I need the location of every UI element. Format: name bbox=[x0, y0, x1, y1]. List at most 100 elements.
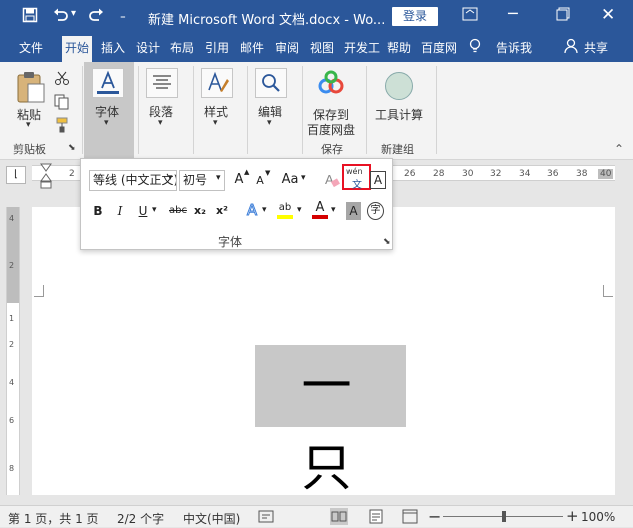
chevron-down-icon[interactable]: ▾ bbox=[216, 173, 221, 183]
font-dialog-launcher-icon[interactable]: ⬊ bbox=[383, 237, 391, 247]
ruler-tick: 28 bbox=[433, 169, 445, 179]
save-baidu-label-2[interactable]: 百度网盘 bbox=[307, 121, 355, 138]
chevron-down-icon[interactable]: ▾ bbox=[297, 205, 302, 215]
font-color-bar bbox=[312, 215, 328, 219]
ribbon-tabs: 文件 开始 插入 设计 布局 引用 邮件 审阅 视图 开发工 帮助 百度网 告诉… bbox=[0, 34, 633, 62]
customize-icon[interactable]: ₌ bbox=[120, 9, 126, 22]
subscript-button[interactable]: x₂ bbox=[192, 202, 208, 220]
minimize-icon[interactable]: ─ bbox=[508, 4, 518, 23]
ruler-tick: 34 bbox=[519, 169, 531, 179]
close-icon[interactable]: ✕ bbox=[601, 5, 615, 25]
read-mode-icon[interactable] bbox=[330, 508, 348, 525]
tab-layout[interactable]: 布局 bbox=[170, 39, 194, 56]
login-button[interactable]: 登录 bbox=[392, 7, 438, 26]
accessibility-icon[interactable] bbox=[258, 510, 274, 527]
baidu-netdisk-icon[interactable] bbox=[316, 70, 346, 99]
new-group: 工具计算 新建组 bbox=[368, 62, 434, 158]
tab-insert[interactable]: 插入 bbox=[101, 39, 125, 56]
paste-icon[interactable] bbox=[16, 70, 46, 107]
paragraph-button[interactable]: 段落 ▾ bbox=[140, 62, 190, 158]
undo-icon[interactable] bbox=[52, 7, 70, 27]
share-icon[interactable] bbox=[564, 38, 578, 57]
tab-selector-icon[interactable]: ⌊ bbox=[6, 166, 26, 184]
phonetic-guide-button[interactable]: wén 文 bbox=[342, 164, 371, 191]
superscript-button[interactable]: x² bbox=[214, 202, 230, 220]
cut-icon[interactable] bbox=[54, 70, 70, 89]
clipboard-group: 粘贴 ▾ 剪贴板 ⬊ bbox=[0, 62, 82, 158]
tab-design[interactable]: 设计 bbox=[136, 39, 160, 56]
text-effects-button[interactable]: A bbox=[244, 201, 260, 220]
separator bbox=[302, 66, 303, 154]
zoom-level[interactable]: 100% bbox=[581, 510, 615, 524]
underline-button[interactable]: U bbox=[135, 202, 151, 220]
collapse-ribbon-icon[interactable]: ⌃ bbox=[614, 142, 624, 156]
page-count[interactable]: 第 1 页，共 1 页 bbox=[8, 510, 99, 527]
chevron-down-icon[interactable]: ▾ bbox=[301, 173, 306, 183]
clipboard-launcher-icon[interactable]: ⬊ bbox=[68, 143, 76, 153]
web-layout-icon[interactable] bbox=[402, 509, 418, 527]
copy-icon[interactable] bbox=[54, 94, 70, 113]
indent-marker-icon[interactable] bbox=[40, 163, 52, 192]
chevron-down-icon[interactable]: ▾ bbox=[331, 205, 336, 215]
restore-icon[interactable] bbox=[556, 7, 570, 25]
tab-view[interactable]: 视图 bbox=[310, 39, 334, 56]
format-painter-icon[interactable] bbox=[54, 117, 70, 136]
clipboard-group-label: 剪贴板 bbox=[13, 143, 46, 156]
strikethrough-button[interactable]: abc bbox=[167, 202, 189, 220]
word-count[interactable]: 2/2 个字 bbox=[117, 510, 164, 527]
new-group-label: 新建组 bbox=[381, 143, 414, 156]
paste-dropdown-icon[interactable]: ▾ bbox=[26, 120, 31, 130]
tool-calc-icon[interactable] bbox=[385, 72, 413, 100]
document-text[interactable]: 一只 bbox=[255, 345, 406, 497]
lightbulb-icon[interactable] bbox=[469, 38, 481, 57]
share-button[interactable]: 共享 bbox=[584, 39, 608, 56]
char-border-button[interactable]: A bbox=[370, 171, 386, 189]
chevron-down-icon: ▾ bbox=[213, 118, 218, 128]
chevron-down-icon: ▾ bbox=[158, 118, 163, 128]
font-group-label: 字体 bbox=[218, 235, 243, 249]
clear-format-icon[interactable]: A bbox=[324, 171, 340, 192]
redo-icon[interactable] bbox=[87, 7, 105, 27]
tab-baidu[interactable]: 百度网 bbox=[421, 39, 457, 56]
tab-help[interactable]: 帮助 bbox=[387, 39, 411, 56]
styles-icon bbox=[201, 68, 233, 98]
save-icon[interactable] bbox=[22, 7, 38, 27]
ribbon-display-icon[interactable] bbox=[462, 7, 478, 25]
zoom-out-icon[interactable]: − bbox=[428, 507, 441, 526]
char-shading-button[interactable]: A bbox=[346, 202, 361, 220]
separator bbox=[82, 66, 83, 154]
change-case-button[interactable]: Aa bbox=[279, 171, 301, 189]
tab-developer[interactable]: 开发工 bbox=[344, 39, 380, 56]
tab-references[interactable]: 引用 bbox=[205, 39, 229, 56]
language-status[interactable]: 中文(中国) bbox=[183, 510, 240, 527]
chevron-down-icon[interactable]: ▾ bbox=[168, 173, 173, 183]
separator bbox=[247, 66, 248, 154]
ruler-tick: 36 bbox=[547, 169, 559, 179]
tell-me-search[interactable]: 告诉我 bbox=[496, 39, 532, 56]
ruler-tick: 32 bbox=[490, 169, 502, 179]
tab-file[interactable]: 文件 bbox=[19, 39, 43, 56]
italic-button[interactable]: I bbox=[112, 202, 128, 220]
separator bbox=[436, 66, 437, 154]
zoom-in-icon[interactable]: + bbox=[566, 507, 579, 525]
undo-dropdown-icon[interactable]: ▾ bbox=[71, 8, 76, 19]
styles-button[interactable]: 样式 ▾ bbox=[195, 62, 245, 158]
print-layout-icon[interactable] bbox=[369, 509, 383, 527]
tab-review[interactable]: 审阅 bbox=[275, 39, 299, 56]
chevron-down-icon[interactable]: ▾ bbox=[152, 205, 157, 215]
tab-mailings[interactable]: 邮件 bbox=[240, 39, 264, 56]
crop-mark-left bbox=[34, 285, 44, 297]
bold-button[interactable]: B bbox=[90, 202, 106, 220]
chevron-down-icon[interactable]: ▾ bbox=[262, 205, 267, 215]
ruler-tick: 4 bbox=[9, 214, 15, 223]
vertical-ruler[interactable]: 4 2 1 2 4 6 8 bbox=[6, 207, 20, 495]
font-name-select[interactable]: 等线 (中文正文) bbox=[89, 170, 177, 191]
font-button[interactable]: 字体 ▾ bbox=[84, 62, 134, 158]
tab-home[interactable]: 开始 bbox=[62, 36, 93, 62]
enclose-char-button[interactable]: 字 bbox=[367, 202, 384, 220]
chevron-down-icon: ▾ bbox=[267, 118, 272, 128]
editing-button[interactable]: 编辑 ▾ bbox=[249, 62, 299, 158]
zoom-slider-thumb[interactable] bbox=[502, 511, 506, 522]
tool-calc-label[interactable]: 工具计算 bbox=[375, 106, 423, 123]
save-group-label: 保存 bbox=[321, 143, 343, 156]
